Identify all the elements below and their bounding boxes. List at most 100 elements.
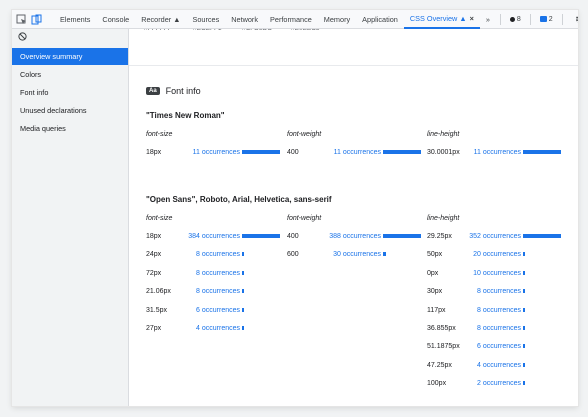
tab-memory[interactable]: Memory [318, 10, 356, 29]
clear-overview-icon[interactable] [12, 29, 128, 43]
occurrences-link[interactable]: 8 occurrences [467, 307, 521, 314]
property-value: 21.06px [146, 288, 171, 296]
occurrences-bar [242, 307, 244, 312]
settings-gear-icon[interactable] [573, 12, 578, 26]
more-tabs-button[interactable]: » [482, 10, 494, 29]
occurrences-link[interactable]: 388 occurrences [327, 233, 381, 240]
tab-sources[interactable]: Sources [186, 10, 225, 29]
property-value: 400 [287, 149, 299, 156]
css-overview-content: #FFFFFF#ECEFF1#CFD8DC#B0BEC5 Aa Font inf… [129, 29, 578, 406]
tab-elements[interactable]: Elements [54, 10, 96, 29]
occurrences-bar [523, 307, 525, 312]
occurrences-link[interactable]: 8 occurrences [186, 288, 240, 295]
sidebar-item-media-queries[interactable]: Media queries [12, 120, 128, 137]
occurrences-link[interactable]: 8 occurrences [467, 288, 521, 295]
occurrences-bar [242, 252, 244, 257]
property-value: 100px [427, 380, 447, 388]
property-value: 30px [427, 288, 443, 296]
occurrences-link[interactable]: 4 occurrences [186, 325, 240, 332]
occurrences-link[interactable]: 10 occurrences [467, 270, 521, 277]
error-count: 8 [516, 15, 521, 23]
tab-network[interactable]: Network [225, 10, 264, 29]
occurrences-link[interactable]: 6 occurrences [467, 343, 521, 350]
color-value[interactable]: #ECEFF1 [193, 29, 242, 37]
occurrences-link[interactable]: 2 occurrences [467, 380, 521, 387]
column-label-font-weight: font-weight [287, 131, 322, 138]
font-family-name: "Times New Roman" [146, 111, 225, 120]
section-divider [129, 65, 578, 66]
occurrences-link[interactable]: 8 occurrences [186, 270, 240, 277]
message-count: 2 [548, 15, 553, 23]
column-label-line-height: line-height [427, 215, 460, 222]
property-value: 0px [427, 269, 439, 277]
occurrences-bar [523, 270, 525, 275]
tab-recorder[interactable]: Recorder ▲ [135, 10, 186, 29]
property-value: 47.25px [427, 361, 452, 369]
sidebar-item-font-info[interactable]: Font info [12, 84, 128, 101]
property-value: 29.25px [427, 233, 452, 240]
toolbar-divider [529, 13, 531, 25]
column-label-font-size: font-size [146, 215, 173, 222]
message-count-badge[interactable]: 2 [539, 15, 553, 23]
color-value[interactable]: #B0BEC5 [291, 29, 340, 37]
occurrences-link[interactable]: 20 occurrences [467, 251, 521, 258]
inspect-element-icon[interactable] [16, 12, 27, 26]
sidebar-item-overview-summary[interactable]: Overview summary [12, 48, 128, 65]
devtools-window: Elements Console Recorder ▲ Sources Network P… [12, 10, 578, 406]
occurrences-bar [523, 252, 526, 257]
error-count-badge[interactable]: 8 [509, 15, 521, 23]
occurrences-bar [523, 362, 525, 367]
occurrences-bar [242, 289, 244, 294]
color-swatch-labels: #FFFFFF#ECEFF1#CFD8DC#B0BEC5 [144, 29, 340, 37]
toolbar-divider [561, 13, 563, 25]
occurrences-bar [242, 150, 280, 154]
occurrences-bar [242, 326, 244, 330]
tab-css-overview[interactable]: CSS Overview ▲ × [403, 10, 480, 29]
device-toolbar-icon[interactable] [31, 12, 42, 26]
tab-performance[interactable]: Performance [264, 10, 318, 29]
toolbar-divider [499, 13, 501, 25]
occurrences-link[interactable]: 30 occurrences [327, 251, 381, 258]
occurrences-bar [383, 252, 387, 257]
font-family-name: "Open Sans", Roboto, Arial, Helvetica, s… [146, 195, 332, 204]
font-info-heading: Aa Font info [146, 86, 201, 96]
occurrences-link[interactable]: 11 occurrences [467, 149, 521, 156]
occurrences-link[interactable]: 384 occurrences [186, 233, 240, 240]
close-tab-icon[interactable]: × [470, 14, 474, 23]
property-value: 30.0001px [427, 149, 460, 156]
occurrences-bar [523, 289, 525, 294]
color-value[interactable]: #CFD8DC [242, 29, 291, 37]
sidebar-item-unused-declarations[interactable]: Unused declarations [12, 102, 128, 119]
occurrences-link[interactable]: 352 occurrences [467, 233, 521, 240]
occurrences-bar [383, 234, 421, 238]
occurrences-link[interactable]: 6 occurrences [186, 307, 240, 314]
font-info-title: Font info [165, 86, 201, 96]
property-value: 18px [146, 149, 162, 156]
occurrences-link[interactable]: 4 occurrences [467, 362, 521, 369]
font-info-icon: Aa [146, 87, 160, 95]
occurrences-bar [523, 234, 561, 238]
message-icon [539, 16, 547, 22]
property-value: 72px [146, 269, 162, 277]
occurrences-bar [523, 150, 561, 154]
occurrences-bar [383, 150, 421, 154]
occurrences-bar [523, 344, 525, 349]
occurrences-link[interactable]: 11 occurrences [327, 149, 381, 156]
sidebar-item-colors[interactable]: Colors [12, 66, 128, 83]
property-value: 400 [287, 233, 299, 240]
error-icon [509, 16, 515, 22]
devtools-toolbar: Elements Console Recorder ▲ Sources Network P… [12, 10, 578, 29]
property-value: 51.1875px [427, 343, 460, 351]
property-value: 24px [146, 251, 162, 259]
tab-console[interactable]: Console [96, 10, 135, 29]
color-value[interactable]: #FFFFFF [144, 29, 193, 37]
occurrences-link[interactable]: 11 occurrences [186, 149, 240, 156]
column-label-font-size: font-size [146, 131, 173, 138]
property-value: 117px [427, 306, 446, 314]
tab-application[interactable]: Application [356, 10, 404, 29]
property-value: 31.5px [146, 306, 168, 314]
occurrences-link[interactable]: 8 occurrences [467, 325, 521, 332]
occurrences-link[interactable]: 8 occurrences [186, 251, 240, 258]
occurrences-bar [242, 234, 280, 238]
column-label-line-height: line-height [427, 131, 460, 138]
